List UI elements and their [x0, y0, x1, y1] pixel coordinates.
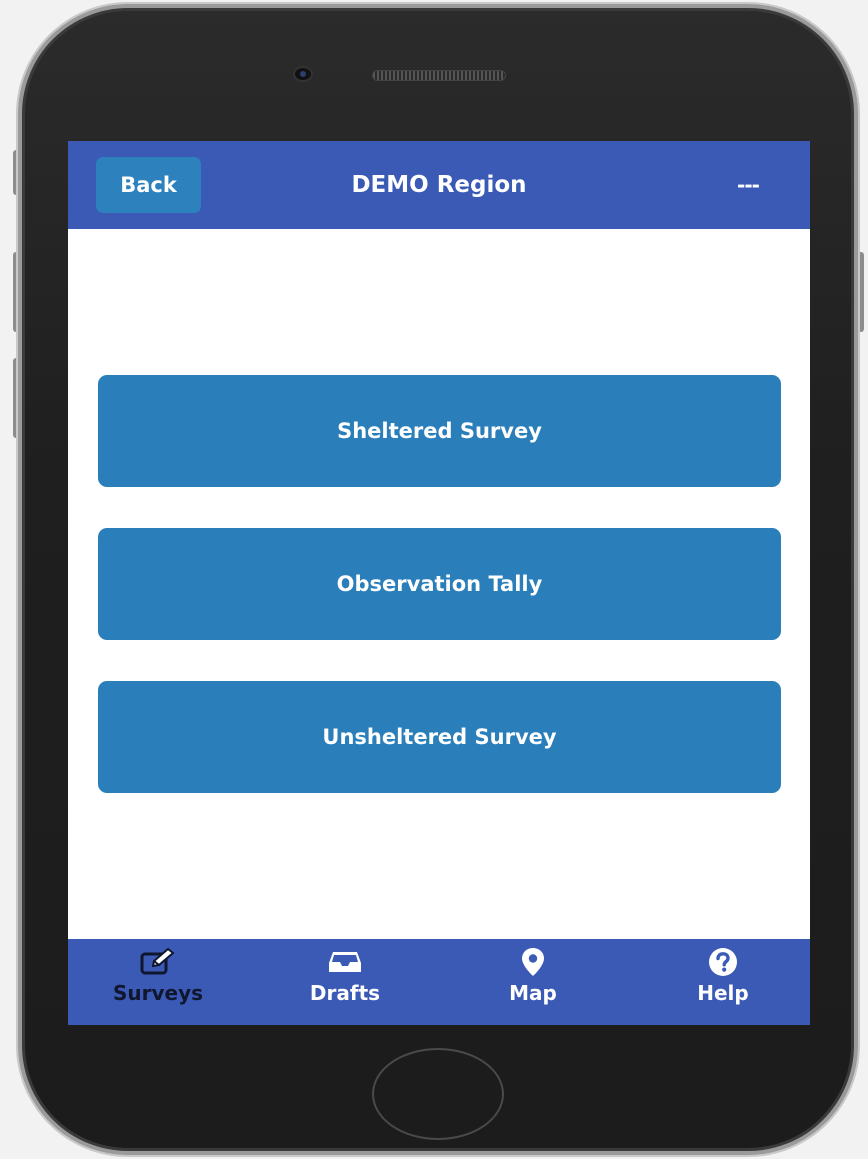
home-button[interactable]	[372, 1048, 504, 1140]
power-button	[857, 252, 864, 332]
app-screen: Back DEMO Region --- Sheltered Survey Ob…	[68, 141, 810, 1025]
tab-label: Drafts	[309, 981, 381, 1005]
edit-icon	[140, 947, 176, 977]
back-button[interactable]: Back	[96, 157, 201, 213]
observation-tally-button[interactable]: Observation Tally	[98, 528, 781, 640]
tab-label: Surveys	[112, 981, 204, 1005]
tab-label: Help	[697, 981, 749, 1005]
tab-help[interactable]: Help	[648, 939, 798, 1025]
tab-label: Map	[509, 981, 557, 1005]
front-camera	[293, 66, 313, 82]
unsheltered-survey-button[interactable]: Unsheltered Survey	[98, 681, 781, 793]
question-circle-icon	[708, 947, 738, 977]
map-marker-icon	[521, 947, 545, 977]
menu-button[interactable]: ---	[714, 163, 782, 207]
sheltered-survey-button[interactable]: Sheltered Survey	[98, 375, 781, 487]
earpiece-speaker	[372, 70, 506, 81]
tab-drafts[interactable]: Drafts	[270, 939, 420, 1025]
tab-map[interactable]: Map	[458, 939, 608, 1025]
device-mockup: Back DEMO Region --- Sheltered Survey Ob…	[0, 0, 868, 1159]
tab-surveys[interactable]: Surveys	[83, 939, 233, 1025]
inbox-icon	[327, 947, 363, 977]
header-bar: Back DEMO Region ---	[68, 141, 810, 229]
bottom-tab-bar: Surveys Drafts Map Help	[68, 939, 810, 1025]
